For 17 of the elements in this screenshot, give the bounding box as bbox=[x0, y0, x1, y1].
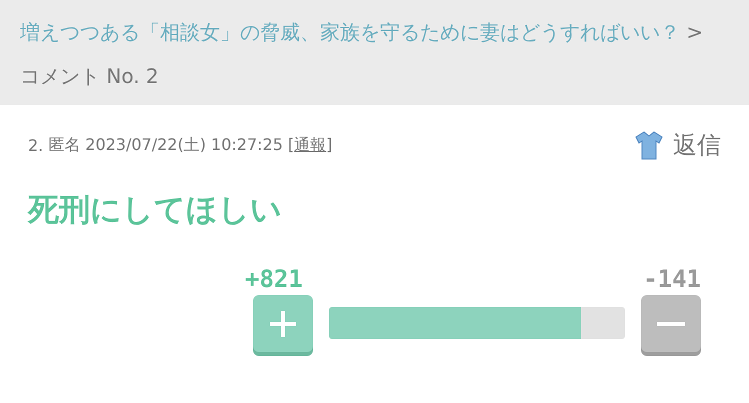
shirt-icon bbox=[633, 129, 665, 161]
breadcrumb-current: コメント No. 2 bbox=[20, 64, 159, 88]
bracket-open: [ bbox=[288, 134, 294, 156]
minus-button[interactable] bbox=[641, 295, 701, 352]
comment-datetime: 2023/07/22(土) 10:27:25 bbox=[85, 134, 283, 156]
reply-button[interactable]: 返信 bbox=[633, 129, 721, 161]
comment-author: 匿名 bbox=[48, 134, 80, 156]
plus-icon bbox=[269, 310, 297, 338]
plus-count: +821 bbox=[245, 265, 303, 293]
breadcrumb-separator: > bbox=[686, 20, 704, 44]
minus-count: -141 bbox=[643, 265, 701, 293]
report-link[interactable]: 通報 bbox=[294, 134, 326, 156]
comment-number: 2. bbox=[28, 136, 44, 154]
plus-button[interactable] bbox=[253, 295, 313, 352]
comment-body: 死刑にしてほしい bbox=[26, 191, 283, 230]
bracket-close: ] bbox=[326, 134, 332, 156]
minus-icon bbox=[657, 320, 685, 326]
